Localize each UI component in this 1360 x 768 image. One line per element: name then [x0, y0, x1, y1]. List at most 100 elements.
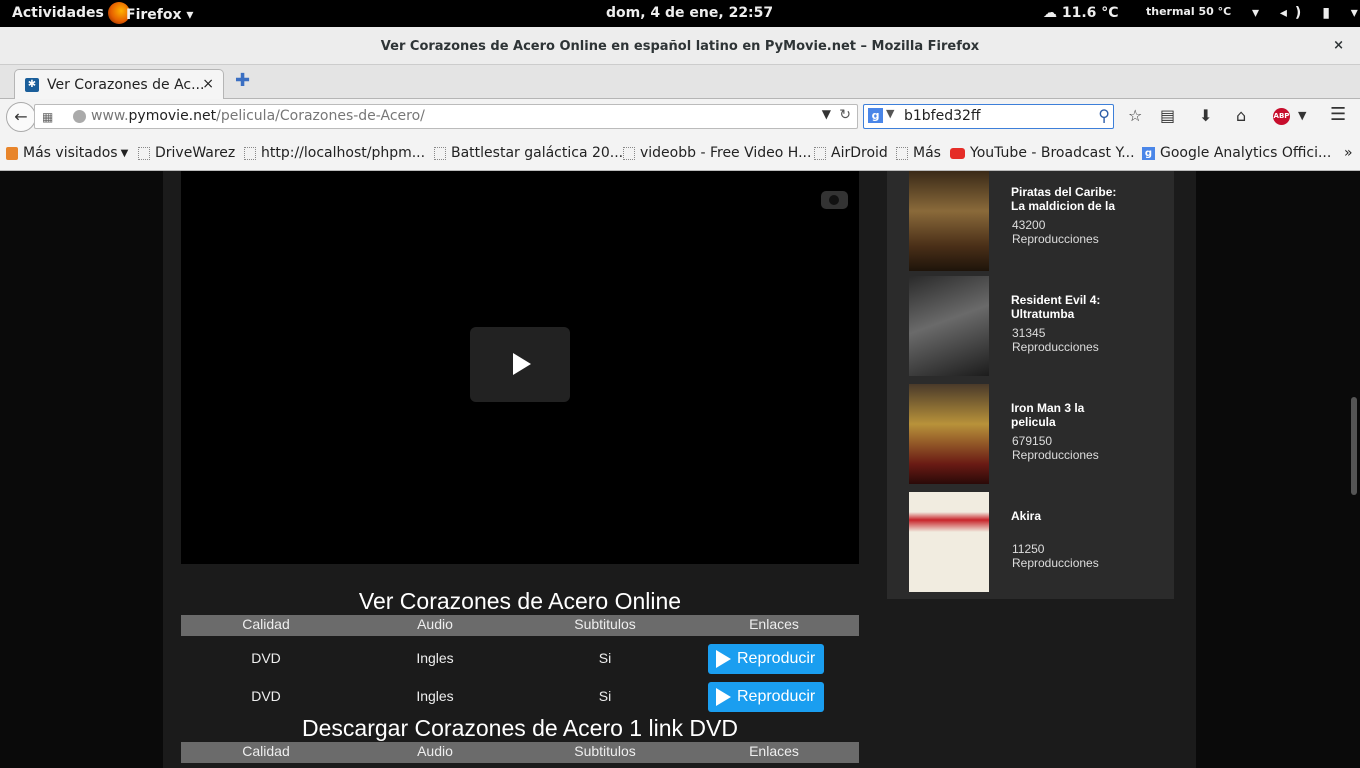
bookmarks-toolbar: Más visitados ▼ DriveWarez http://localho… [0, 135, 1360, 171]
bookmarks-overflow-icon[interactable]: » [1344, 145, 1353, 161]
movie-play-label: Reproducciones [1012, 340, 1099, 354]
url-bar[interactable]: ▦ www.pymovie.net/pelicula/Corazones-de-… [34, 104, 858, 129]
movie-poster[interactable] [909, 384, 989, 484]
bookmark-mas[interactable]: Más [896, 145, 941, 161]
col-calidad: Calidad [242, 616, 290, 632]
popular-movies-sidebar: Piratas del Caribe: La maldicion de la 4… [887, 171, 1174, 599]
url-path: /pelicula/Corazones-de-Acero/ [216, 108, 425, 124]
bookmark-mas-visitados[interactable]: Más visitados ▼ [6, 145, 128, 161]
chevron-down-icon[interactable]: ▼ [822, 107, 831, 121]
movie-card[interactable]: Iron Man 3 la pelicula 679150 Reproducci… [909, 384, 1159, 484]
star-icon[interactable]: ☆ [1128, 106, 1142, 125]
window-titlebar: Ver Corazones de Acero Online en español… [0, 27, 1360, 65]
movie-poster[interactable] [909, 171, 989, 271]
col-calidad: Calidad [242, 743, 290, 759]
watch-table-header: Calidad Audio Subtitulos Enlaces [181, 615, 859, 636]
movie-title[interactable]: Iron Man 3 la pelicula [1011, 401, 1131, 429]
page-icon [138, 146, 150, 160]
new-tab-button[interactable]: ✚ [235, 70, 250, 91]
bookmark-label: http://localhost/phpm... [261, 145, 426, 161]
movie-play-count: 11250 [1012, 542, 1045, 556]
thermal-indicator[interactable]: thermal 50 °C [1146, 5, 1231, 18]
movie-play-label: Reproducciones [1012, 556, 1099, 570]
download-table-header: Calidad Audio Subtitulos Enlaces [181, 742, 859, 763]
movie-title[interactable]: Akira [1011, 509, 1131, 523]
play-icon [716, 688, 731, 706]
col-subtitulos: Subtitulos [574, 616, 636, 632]
bookmark-label: Google Analytics Offici... [1160, 145, 1332, 161]
play-icon [716, 650, 731, 668]
movie-title[interactable]: Resident Evil 4: Ultratumba [1011, 293, 1131, 321]
clock[interactable]: dom, 4 de ene, 22:57 [606, 5, 773, 21]
scrollbar-thumb[interactable] [1351, 397, 1357, 495]
youtube-icon [950, 147, 965, 159]
activities-button[interactable]: Actividades [12, 5, 104, 21]
reproducir-button[interactable]: Reproducir [708, 682, 824, 712]
google-engine-icon[interactable]: g [868, 108, 883, 123]
movie-card[interactable]: Akira 11250 Reproducciones [909, 492, 1159, 592]
movie-poster[interactable] [909, 276, 989, 376]
engine-chevron-icon[interactable]: ▼ [886, 107, 894, 120]
table-row: DVD Ingles Si Reproducir [181, 644, 859, 674]
search-input[interactable]: b1bfed32ff [904, 108, 981, 124]
movie-play-label: Reproducciones [1012, 232, 1099, 246]
movie-poster[interactable] [909, 492, 989, 592]
chevron-down-icon: ▼ [120, 147, 129, 159]
reproducir-button[interactable]: Reproducir [708, 644, 824, 674]
bookmark-label: YouTube - Broadcast Y... [970, 145, 1135, 161]
col-subtitulos: Subtitulos [574, 743, 636, 759]
bookmark-youtube[interactable]: YouTube - Broadcast Y... [950, 145, 1135, 161]
bookmark-label: AirDroid [831, 145, 888, 161]
video-player[interactable] [181, 171, 859, 564]
tab-close-icon[interactable]: × [202, 76, 214, 92]
weather-indicator[interactable]: ☁ 11.6 °C [1043, 5, 1119, 21]
movie-play-count: 43200 [1012, 218, 1046, 232]
window-close-button[interactable]: × [1333, 38, 1344, 53]
back-button[interactable]: ← [6, 102, 36, 132]
adblock-icon[interactable]: ABP [1273, 108, 1290, 125]
home-icon[interactable]: ⌂ [1236, 106, 1246, 125]
page-scrollbar[interactable] [1348, 171, 1360, 768]
folder-icon [6, 146, 18, 160]
bookmark-label: Más visitados [23, 145, 118, 161]
navigation-toolbar: ← ▦ www.pymovie.net/pelicula/Corazones-d… [0, 99, 1360, 135]
bookmark-label: DriveWarez [155, 145, 236, 161]
bookmark-label: Battlestar galáctica 20... [451, 145, 624, 161]
globe-icon [73, 110, 86, 123]
reproducir-label: Reproducir [737, 688, 816, 705]
bookmark-google-analytics[interactable]: g Google Analytics Offici... [1142, 145, 1331, 161]
col-audio: Audio [417, 743, 453, 759]
tab-bar: ✱ Ver Corazones de Ac... × ✚ [0, 65, 1360, 100]
movie-card[interactable]: Resident Evil 4: Ultratumba 31345 Reprod… [909, 276, 1159, 376]
search-bar[interactable]: g ▼ b1bfed32ff ⚲ [863, 104, 1114, 129]
camera-icon[interactable] [821, 191, 848, 209]
bookmark-battlestar[interactable]: Battlestar galáctica 20... [434, 145, 623, 161]
movie-card[interactable]: Piratas del Caribe: La maldicion de la 4… [909, 171, 1159, 271]
clipboard-icon[interactable]: ▤ [1160, 106, 1175, 125]
page-icon [814, 146, 826, 160]
window-title: Ver Corazones de Acero Online en español… [380, 39, 980, 54]
url-text[interactable]: www.pymovie.net/pelicula/Corazones-de-Ac… [91, 108, 425, 124]
bookmark-drivewarez[interactable]: DriveWarez [138, 145, 235, 161]
download-icon[interactable]: ⬇ [1199, 106, 1212, 125]
system-tray-icons[interactable]: ▾ ◂) ▮ ▾ [1252, 5, 1360, 21]
cell-audio: Ingles [416, 650, 454, 666]
url-domain: pymovie.net [128, 108, 217, 124]
cell-calidad: DVD [251, 688, 281, 704]
tab-active[interactable]: ✱ Ver Corazones de Ac... × [14, 69, 224, 100]
identity-grid-icon[interactable]: ▦ [42, 110, 53, 124]
reload-icon[interactable]: ↻ [839, 107, 851, 123]
movie-play-count: 679150 [1012, 434, 1053, 448]
menu-icon[interactable]: ☰ [1330, 104, 1346, 125]
search-icon[interactable]: ⚲ [1098, 106, 1110, 125]
cell-audio: Ingles [416, 688, 454, 704]
col-audio: Audio [417, 616, 453, 632]
page-icon [623, 146, 635, 160]
bookmark-videobb[interactable]: videobb - Free Video H... [623, 145, 811, 161]
video-play-button[interactable] [470, 327, 570, 402]
bookmark-localhost[interactable]: http://localhost/phpm... [244, 145, 425, 161]
movie-title[interactable]: Piratas del Caribe: La maldicion de la [1011, 185, 1131, 213]
bookmark-airdroid[interactable]: AirDroid [814, 145, 888, 161]
chevron-down-icon[interactable]: ▼ [1298, 109, 1306, 122]
app-menu-firefox[interactable]: Firefox ▾ [108, 2, 193, 24]
